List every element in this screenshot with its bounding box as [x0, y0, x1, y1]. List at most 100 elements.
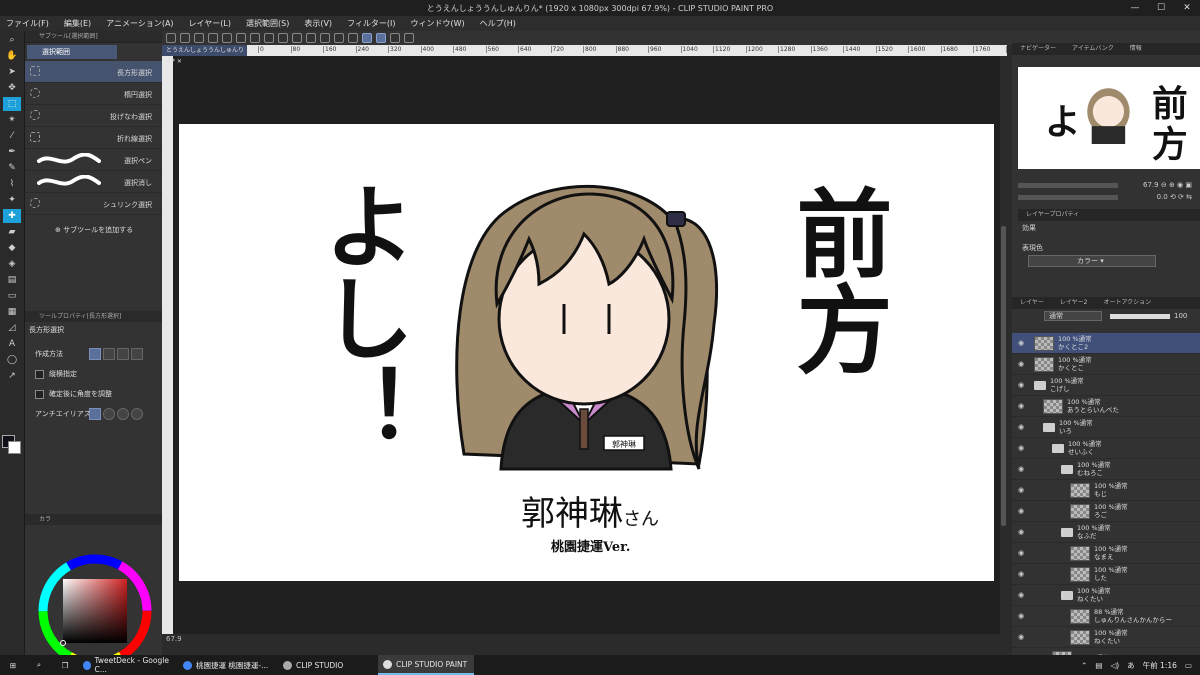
- redo-icon[interactable]: [250, 33, 260, 43]
- menu-layer[interactable]: レイヤー(L): [189, 18, 231, 29]
- visibility-eye-icon[interactable]: ◉: [1018, 549, 1028, 557]
- visibility-eye-icon[interactable]: ◉: [1018, 423, 1028, 431]
- subtool-item-erase-selection[interactable]: 選択消し: [25, 171, 162, 193]
- open-file-icon[interactable]: [194, 33, 204, 43]
- home-icon[interactable]: [166, 33, 176, 43]
- tab-info[interactable]: 情報: [1130, 43, 1142, 55]
- taskbar-item-clip-studio[interactable]: CLIP STUDIO: [278, 655, 374, 675]
- menu-file[interactable]: ファイル(F): [6, 18, 49, 29]
- clip-studio-icon[interactable]: [404, 33, 414, 43]
- move-layer-tool-icon[interactable]: ✥: [3, 81, 21, 95]
- taskbar-item-taoyuan[interactable]: 桃園捷運 桃園捷運-...: [178, 655, 274, 675]
- frame-tool-icon[interactable]: ▦: [3, 305, 21, 319]
- tab-auto-action[interactable]: オートアクション: [1103, 297, 1151, 309]
- expression-color-dropdown[interactable]: カラー ▾: [1028, 255, 1156, 267]
- antialias-mid-icon[interactable]: [117, 408, 129, 420]
- toolprop-tab[interactable]: ツールプロパティ[長方形選択]: [25, 311, 162, 322]
- layer-property-tab[interactable]: レイヤープロパティ: [1018, 209, 1200, 221]
- visibility-eye-icon[interactable]: ◉: [1018, 591, 1028, 599]
- subtool-item-rect[interactable]: 長方形選択: [25, 61, 162, 83]
- volume-icon[interactable]: ◁): [1110, 661, 1119, 670]
- tray-chevron-icon[interactable]: ⌃: [1081, 661, 1087, 670]
- visibility-eye-icon[interactable]: ◉: [1018, 507, 1028, 515]
- antialias-weak-icon[interactable]: [103, 408, 115, 420]
- visibility-eye-icon[interactable]: ◉: [1018, 633, 1028, 641]
- subtool-item-ellipse[interactable]: 楕円選択: [25, 83, 162, 105]
- operation-tool-icon[interactable]: ➤: [3, 65, 21, 79]
- subtool-tab[interactable]: サブツール[選択範囲]: [25, 31, 162, 43]
- visibility-eye-icon[interactable]: ◉: [1018, 381, 1028, 389]
- eraser-tool-icon[interactable]: ▰: [3, 225, 21, 239]
- document-tab[interactable]: とうえんしょううんしゅんりん* ✕: [162, 45, 247, 65]
- add-selection-icon[interactable]: [103, 348, 115, 360]
- subtool-item-selection-pen[interactable]: 選択ペン: [25, 149, 162, 171]
- snap-ruler-icon[interactable]: [362, 33, 372, 43]
- network-icon[interactable]: ▤: [1095, 661, 1102, 670]
- subtool-item-lasso[interactable]: 投げなわ選択: [25, 105, 162, 127]
- task-view-icon[interactable]: ❐: [52, 655, 78, 675]
- opacity-slider[interactable]: [1110, 313, 1170, 319]
- balloon-tool-icon[interactable]: ◯: [3, 353, 21, 367]
- nav-zoom-readout[interactable]: 67.9 ⊖ ⊕ ◉ ▣: [1143, 181, 1192, 189]
- color-wheel[interactable]: [35, 551, 155, 671]
- visibility-eye-icon[interactable]: ◉: [1018, 360, 1028, 368]
- menu-edit[interactable]: 編集(E): [64, 18, 91, 29]
- visibility-eye-icon[interactable]: ◉: [1018, 465, 1028, 473]
- layer-row[interactable]: ◉ 100 %通常 あうとらいんべた: [1012, 396, 1200, 417]
- tab-layer2[interactable]: レイヤー2: [1060, 297, 1088, 309]
- add-subtool-button[interactable]: ⊕ サブツールを追加する: [55, 225, 162, 235]
- pen-tool-icon[interactable]: ✒: [3, 145, 21, 159]
- layer-row[interactable]: ◉ 100 %通常 した: [1012, 564, 1200, 585]
- aspect-checkbox[interactable]: [35, 369, 44, 379]
- search-icon[interactable]: ⌕: [26, 655, 52, 675]
- layer-folder-row[interactable]: ◉ 100 %通常 ねくたい: [1012, 585, 1200, 606]
- save-icon[interactable]: [208, 33, 218, 43]
- opacity-value[interactable]: 100: [1174, 312, 1187, 320]
- taskbar-item-clip-studio-paint[interactable]: CLIP STUDIO PAINT: [378, 655, 474, 675]
- clear-icon[interactable]: [278, 33, 288, 43]
- intersect-selection-icon[interactable]: [131, 348, 143, 360]
- decoration-tool-icon[interactable]: ✚: [3, 209, 21, 223]
- layer-row[interactable]: ◉ 100 %通常 もじ: [1012, 480, 1200, 501]
- eyedropper-tool-icon[interactable]: ⁄: [3, 129, 21, 143]
- fill-tool-icon[interactable]: ◈: [3, 257, 21, 271]
- fill-icon[interactable]: [292, 33, 302, 43]
- subtract-selection-icon[interactable]: [117, 348, 129, 360]
- sub-color-swatch[interactable]: [8, 441, 21, 454]
- color-tab[interactable]: カラ: [25, 514, 162, 525]
- maximize-button[interactable]: ☐: [1148, 0, 1174, 16]
- subtool-group[interactable]: 選択範囲: [27, 45, 117, 59]
- tab-layer[interactable]: レイヤー: [1020, 297, 1044, 309]
- auto-select-tool-icon[interactable]: ✴: [3, 113, 21, 127]
- layer-folder-row[interactable]: ◉ 100 %通常 いろ: [1012, 417, 1200, 438]
- menu-view[interactable]: 表示(V): [304, 18, 332, 29]
- visibility-eye-icon[interactable]: ◉: [1018, 444, 1028, 452]
- layer-row[interactable]: ◉ 88 %通常 しゅんりんさんかんからー: [1012, 606, 1200, 627]
- zoom-readout[interactable]: 67.9: [166, 635, 182, 643]
- invert-selection-icon[interactable]: [334, 33, 344, 43]
- windows-start-icon[interactable]: ⊞: [0, 655, 26, 675]
- figure-tool-icon[interactable]: ▭: [3, 289, 21, 303]
- blend-tool-icon[interactable]: ◆: [3, 241, 21, 255]
- airbrush-tool-icon[interactable]: ✦: [3, 193, 21, 207]
- layer-folder-row[interactable]: ◉ 100 %通常 なふだ: [1012, 522, 1200, 543]
- subtool-item-polyline[interactable]: 折れ線選択: [25, 127, 162, 149]
- visibility-eye-icon[interactable]: ◉: [1018, 486, 1028, 494]
- minimize-button[interactable]: —: [1122, 0, 1148, 16]
- taskbar-item-tweetdeck[interactable]: TweetDeck - Google C...: [78, 655, 174, 675]
- undo-icon[interactable]: [236, 33, 246, 43]
- menu-filter[interactable]: フィルター(I): [347, 18, 395, 29]
- menu-animation[interactable]: アニメーション(A): [106, 18, 173, 29]
- menu-window[interactable]: ウィンドウ(W): [411, 18, 465, 29]
- transform-icon[interactable]: [306, 33, 316, 43]
- zoom-tool-icon[interactable]: ⌕: [3, 33, 21, 47]
- layer-row[interactable]: ◉ 100 %通常 ろご: [1012, 501, 1200, 522]
- new-file-icon[interactable]: [180, 33, 190, 43]
- layer-row[interactable]: ◉ 100 %通常 かくとこ: [1012, 354, 1200, 375]
- layer-folder-row[interactable]: ◉ 100 %通常 こげし: [1012, 375, 1200, 396]
- snap-grid-icon[interactable]: [390, 33, 400, 43]
- show-selection-icon[interactable]: [348, 33, 358, 43]
- canvas-paper[interactable]: 郭神琳 よし！ 前方 郭神琳さん 桃園捷運Ver.: [179, 124, 994, 581]
- tab-navigator[interactable]: ナビゲーター: [1020, 43, 1056, 55]
- layer-row[interactable]: ◉ 100 %通常 かくとこ2: [1012, 333, 1200, 354]
